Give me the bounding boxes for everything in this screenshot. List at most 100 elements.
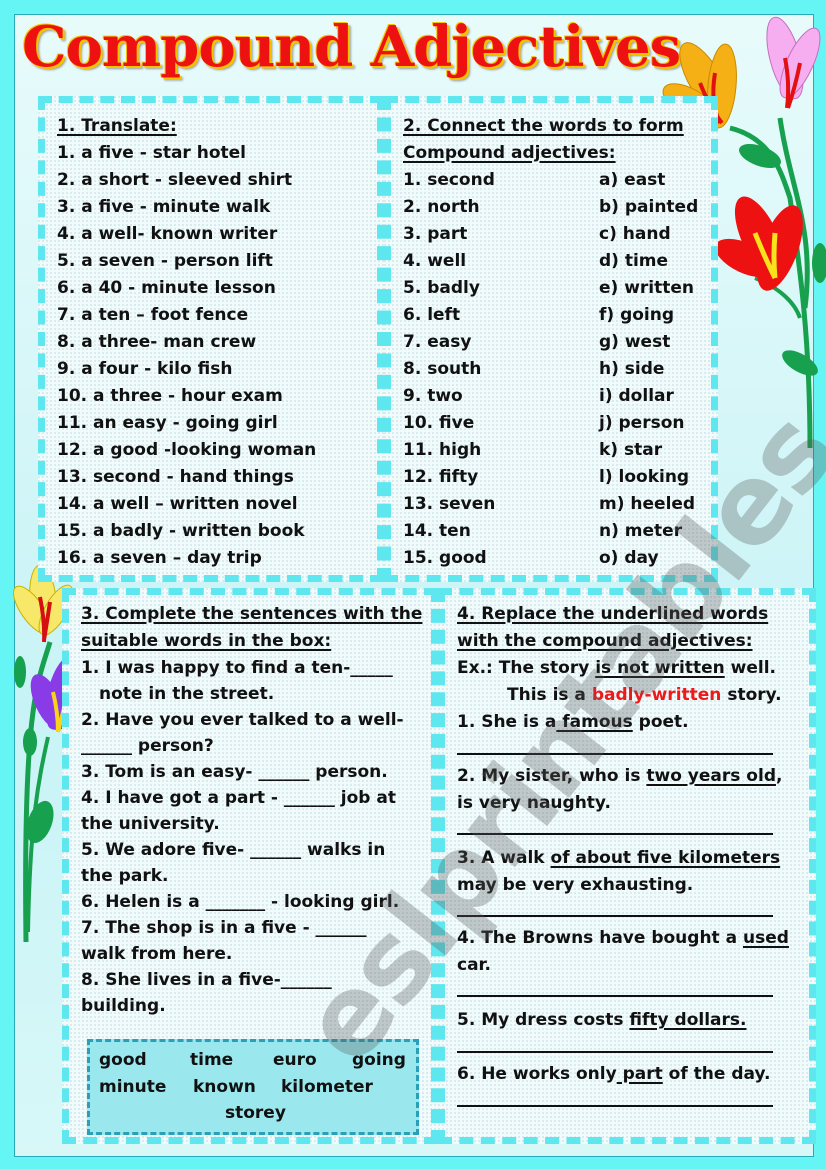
translate-item: 4. a well- known writer: [57, 224, 278, 244]
example-prefix: Ex.: The story: [457, 658, 596, 678]
matching-right-word: c) hand: [599, 224, 671, 244]
translate-item: 10. a three - hour exam: [57, 386, 283, 406]
replace-item-continuation: is very naughty.: [457, 793, 611, 813]
replace-item: 2. My sister, who is two years old,: [457, 763, 782, 790]
example-suffix: well.: [724, 658, 776, 678]
exercise-3-panel: 3. Complete the sentences with the suita…: [62, 588, 438, 1144]
item-text: 3. A walk: [457, 848, 551, 868]
underlined-words: fifty dollars.: [629, 1010, 747, 1030]
page-title: Compound Adjectives: [22, 14, 681, 80]
word-box-item: euro: [273, 1050, 317, 1070]
matching-right-word: a) east: [599, 170, 666, 190]
matching-right-word: l) looking: [599, 467, 690, 487]
translate-item: 2. a short - sleeved shirt: [57, 170, 293, 190]
sentence-line: walk from here.: [81, 944, 233, 964]
exercise-3-heading-line2: suitable words in the box:: [81, 631, 332, 651]
matching-row: 6. left f) going: [391, 302, 691, 329]
matching-left-word: 1. second: [403, 170, 495, 190]
word-box: good time euro going minute known kilome…: [87, 1039, 419, 1135]
matching-left-word: 7. easy: [403, 332, 472, 352]
matching-row: 11. high k) star: [391, 437, 691, 464]
matching-row: 15. good o) day: [391, 545, 691, 572]
matching-right-word: i) dollar: [599, 386, 674, 406]
matching-right-word: g) west: [599, 332, 671, 352]
exercise-4-heading-line1: 4. Replace the underlined words: [457, 604, 769, 624]
answer-line[interactable]: [457, 833, 773, 835]
matching-left-word: 15. good: [403, 548, 487, 568]
replace-item: 3. A walk of about five kilometers: [457, 845, 780, 872]
matching-left-word: 2. north: [403, 197, 480, 217]
item-text: 1. She is a: [457, 712, 557, 732]
matching-left-word: 12. fifty: [403, 467, 479, 487]
underlined-words: part: [616, 1064, 663, 1084]
example-answer-highlight: badly-written: [591, 685, 722, 705]
exercise-3-heading-line1: 3. Complete the sentences with the: [81, 604, 423, 624]
word-box-item: storey: [225, 1103, 286, 1123]
answer-line[interactable]: [457, 995, 773, 997]
word-box-item: minute: [99, 1077, 167, 1097]
underlined-words: used: [742, 928, 789, 948]
sentence-line: building.: [81, 996, 166, 1016]
sentence-line: 6. Helen is a _______ - looking girl.: [81, 892, 400, 912]
translate-item: 11. an easy - going girl: [57, 413, 278, 433]
matching-right-word: d) time: [599, 251, 669, 271]
replace-item: 5. My dress costs fifty dollars.: [457, 1007, 746, 1034]
matching-right-word: f) going: [599, 305, 675, 325]
matching-left-word: 14. ten: [403, 521, 471, 541]
replace-item-continuation: may be very exhausting.: [457, 875, 694, 895]
answer-line[interactable]: [457, 1105, 773, 1107]
sentence-line: 1. I was happy to find a ten-_____: [81, 658, 393, 678]
matching-left-word: 4. well: [403, 251, 467, 271]
matching-left-word: 3. part: [403, 224, 468, 244]
matching-right-word: h) side: [599, 359, 665, 379]
translate-item: 15. a badly - written book: [57, 521, 305, 541]
exercise-1-heading: 1. Translate:: [57, 116, 177, 136]
translate-item: 1. a five - star hotel: [57, 143, 246, 163]
word-box-item: known: [193, 1077, 256, 1097]
answer-line[interactable]: [457, 915, 773, 917]
exercise-1-panel: 1. Translate: 1. a five - star hotel 2. a…: [38, 96, 384, 582]
translate-item: 5. a seven - person lift: [57, 251, 273, 271]
matching-left-word: 11. high: [403, 440, 482, 460]
matching-right-word: k) star: [599, 440, 663, 460]
sentence-line: 5. We adore five- ______ walks in: [81, 840, 386, 860]
matching-row: 9. two i) dollar: [391, 383, 691, 410]
word-box-item: going: [352, 1050, 406, 1070]
translate-item: 16. a seven – day trip: [57, 548, 262, 568]
matching-row: 8. south h) side: [391, 356, 691, 383]
word-box-item: time: [190, 1050, 234, 1070]
matching-right-word: b) painted: [599, 197, 699, 217]
matching-right-word: n) meter: [599, 521, 683, 541]
exercise-4-panel: 4. Replace the underlined words with the…: [438, 588, 816, 1144]
translate-item: 14. a well – written novel: [57, 494, 298, 514]
answer-line[interactable]: [457, 753, 773, 755]
matching-left-word: 8. south: [403, 359, 482, 379]
matching-left-word: 5. badly: [403, 278, 480, 298]
replace-item: 1. She is a famous poet.: [457, 709, 689, 736]
translate-item: 8. a three- man crew: [57, 332, 257, 352]
matching-left-word: 9. two: [403, 386, 463, 406]
sentence-line: ______ person?: [81, 736, 214, 756]
answer-line[interactable]: [457, 1051, 773, 1053]
exercise-2-heading-line2: Compound adjectives:: [403, 143, 616, 163]
example-answer: This is a badly-written story.: [507, 682, 782, 709]
item-text: 6. He works only: [457, 1064, 617, 1084]
item-text-end: ,: [775, 766, 783, 786]
translate-item: 9. a four - kilo fish: [57, 359, 233, 379]
matching-row: 1. second a) east: [391, 167, 691, 194]
sentence-line: the university.: [81, 814, 220, 834]
matching-row: 14. ten n) meter: [391, 518, 691, 545]
example-sentence: Ex.: The story is not written well.: [457, 655, 776, 682]
sentence-line: 4. I have got a part - ______ job at: [81, 788, 396, 808]
exercise-2-panel: 2. Connect the words to form Compound ad…: [384, 96, 718, 582]
matching-left-word: 6. left: [403, 305, 461, 325]
replace-item: 4. The Browns have bought a used: [457, 925, 789, 952]
example-underlined: is not written: [595, 658, 725, 678]
matching-right-word: e) written: [599, 278, 695, 298]
underlined-words: two years old: [646, 766, 776, 786]
matching-row: 5. badly e) written: [391, 275, 695, 302]
translate-item: 6. a 40 - minute lesson: [57, 278, 276, 298]
item-text: 5. My dress costs: [457, 1010, 630, 1030]
example-answer-prefix: This is a: [507, 685, 592, 705]
matching-right-word: j) person: [599, 413, 685, 433]
